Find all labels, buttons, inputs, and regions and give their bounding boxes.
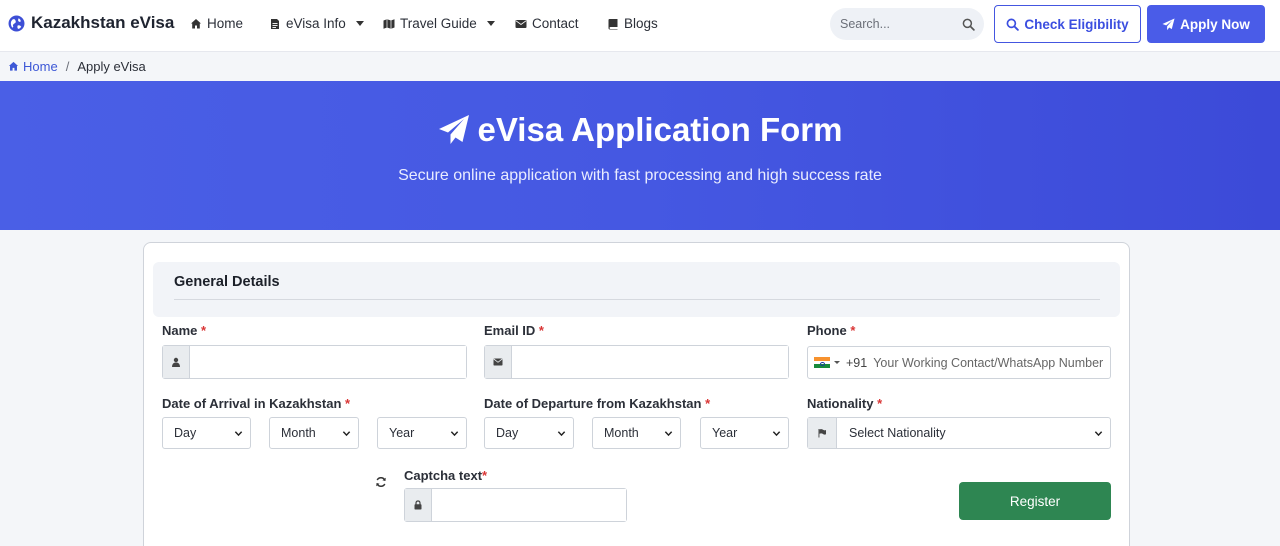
arrival-year-value: Year (389, 426, 415, 440)
departure-date-label: Date of Departure from Kazakhstan * (484, 396, 711, 411)
nav-home[interactable]: Home (190, 16, 243, 31)
section-header: General Details (153, 262, 1120, 317)
hero-banner: eVisa Application Form Secure online app… (0, 81, 1280, 230)
apply-now-button[interactable]: Apply Now (1147, 5, 1265, 43)
paper-plane-icon (1162, 17, 1175, 30)
map-icon (383, 18, 395, 29)
phone-label: Phone * (807, 323, 856, 338)
india-flag-icon[interactable] (814, 357, 830, 369)
section-divider (174, 299, 1100, 300)
breadcrumb-home[interactable]: Home (8, 59, 58, 74)
check-eligibility-button[interactable]: Check Eligibility (994, 5, 1141, 43)
captcha-field[interactable] (432, 489, 626, 521)
nav-blogs[interactable]: Blogs (607, 16, 658, 31)
register-button[interactable]: Register (959, 482, 1111, 520)
flag-icon (808, 418, 837, 448)
chevron-down-icon (1094, 431, 1103, 437)
email-input-group (484, 345, 789, 379)
chevron-down-icon (450, 431, 459, 437)
search-icon (1006, 18, 1020, 31)
chevron-down-icon (234, 431, 243, 437)
chevron-down-icon (664, 431, 673, 437)
departure-year-value: Year (712, 426, 738, 440)
brand-name: Kazakhstan eVisa (31, 13, 175, 32)
search-input[interactable] (840, 17, 950, 31)
breadcrumb: Home / Apply eVisa (8, 59, 146, 74)
apply-now-label: Apply Now (1180, 16, 1250, 32)
arrival-month-select[interactable]: Month (269, 417, 359, 449)
email-label: Email ID * (484, 323, 544, 338)
dial-code: +91 (846, 355, 868, 370)
page-title-text: eVisa Application Form (477, 111, 843, 148)
departure-day-select[interactable]: Day (484, 417, 574, 449)
page-title: eVisa Application Form (0, 111, 1280, 149)
navbar: Kazakhstan eVisa Home eVisa Info Travel … (0, 0, 1280, 52)
arrival-year-select[interactable]: Year (377, 417, 467, 449)
name-label: Name * (162, 323, 207, 338)
nav-travel-guide[interactable]: Travel Guide (383, 16, 495, 31)
application-form-card: General Details Name * Email ID * Phone … (143, 242, 1130, 546)
brand-logo[interactable]: Kazakhstan eVisa (8, 13, 174, 33)
paper-plane-icon (438, 115, 469, 144)
nationality-label: Nationality * (807, 396, 883, 411)
phone-field[interactable] (873, 355, 1110, 370)
departure-year-select[interactable]: Year (700, 417, 789, 449)
chevron-down-icon (355, 21, 364, 26)
check-eligibility-label: Check Eligibility (1024, 16, 1129, 32)
departure-month-value: Month (604, 426, 639, 440)
chevron-down-icon (557, 431, 566, 437)
chevron-down-icon (342, 431, 351, 437)
nav-contact[interactable]: Contact (515, 16, 579, 31)
name-field[interactable] (190, 346, 466, 378)
breadcrumb-home-label: Home (23, 59, 58, 74)
refresh-captcha-icon[interactable] (375, 476, 387, 488)
search-bar (830, 8, 984, 40)
departure-day-value: Day (496, 426, 519, 440)
page-subtitle: Secure online application with fast proc… (398, 167, 882, 184)
arrival-day-value: Day (174, 426, 197, 440)
envelope-icon (485, 346, 512, 378)
breadcrumb-separator: / (65, 59, 70, 74)
chevron-down-icon (486, 21, 495, 26)
phone-input-group: +91 (807, 346, 1111, 379)
name-input-group (162, 345, 467, 379)
email-field[interactable] (512, 346, 788, 378)
arrival-date-label: Date of Arrival in Kazakhstan * (162, 396, 351, 411)
nav-evisa-info-label: eVisa Info (286, 16, 346, 31)
chevron-down-icon[interactable] (834, 361, 840, 364)
breadcrumb-current: Apply eVisa (77, 59, 146, 74)
nav-home-label: Home (207, 16, 244, 31)
lock-icon (405, 489, 432, 521)
nav-travel-guide-label: Travel Guide (400, 16, 477, 31)
departure-month-select[interactable]: Month (592, 417, 681, 449)
user-icon (163, 346, 190, 378)
home-icon (191, 18, 201, 28)
section-title: General Details (174, 274, 280, 290)
globe-icon (8, 15, 25, 31)
chevron-down-icon (772, 431, 781, 437)
nav-contact-label: Contact (532, 16, 579, 31)
nav-blogs-label: Blogs (624, 16, 658, 31)
home-icon (8, 61, 19, 71)
nationality-select[interactable]: Select Nationality (807, 417, 1111, 449)
document-icon (271, 18, 279, 29)
arrival-month-value: Month (281, 426, 316, 440)
book-icon (608, 18, 618, 29)
nationality-value: Select Nationality (849, 426, 946, 440)
captcha-input-group (404, 488, 627, 522)
captcha-label: Captcha text* (404, 468, 488, 483)
envelope-icon (515, 19, 527, 28)
nav-evisa-info[interactable]: eVisa Info (269, 16, 364, 31)
arrival-day-select[interactable]: Day (162, 417, 251, 449)
search-icon[interactable] (962, 18, 975, 31)
